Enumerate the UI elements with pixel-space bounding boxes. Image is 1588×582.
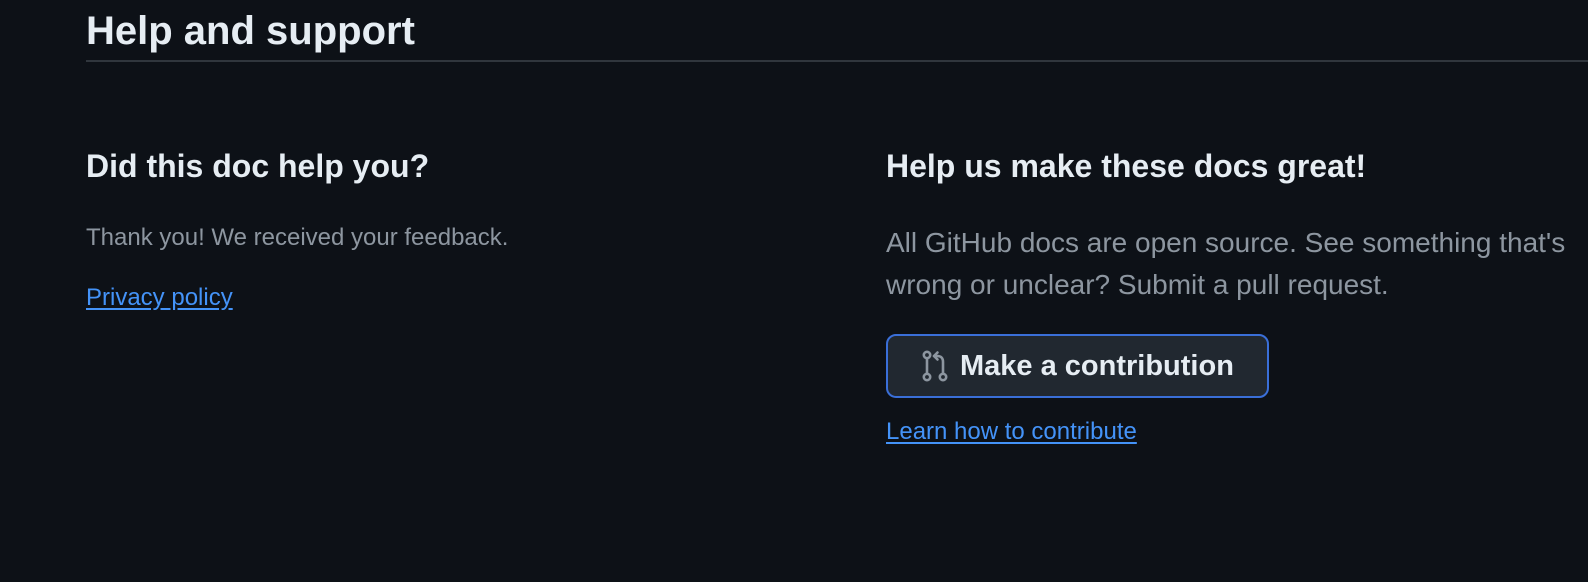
section-divider xyxy=(86,60,1588,62)
contribute-heading: Help us make these docs great! xyxy=(886,148,1367,184)
learn-how-to-contribute-link[interactable]: Learn how to contribute xyxy=(886,416,1137,448)
make-contribution-label: Make a contribution xyxy=(960,349,1234,382)
make-contribution-button[interactable]: Make a contribution xyxy=(886,334,1269,398)
feedback-confirmation: Thank you! We received your feedback. xyxy=(86,224,509,251)
feedback-heading: Did this doc help you? xyxy=(86,148,430,184)
help-and-support-section: Help and support Did this doc help you? … xyxy=(0,0,1588,582)
feedback-column: Did this doc help you? Thank you! We rec… xyxy=(86,144,786,311)
contribute-column: Help us make these docs great! All GitHu… xyxy=(886,144,1576,445)
git-pull-request-icon xyxy=(920,349,950,383)
privacy-policy-link[interactable]: Privacy policy xyxy=(86,282,233,314)
contribute-description: All GitHub docs are open source. See som… xyxy=(886,227,1566,300)
section-title: Help and support xyxy=(86,9,415,53)
